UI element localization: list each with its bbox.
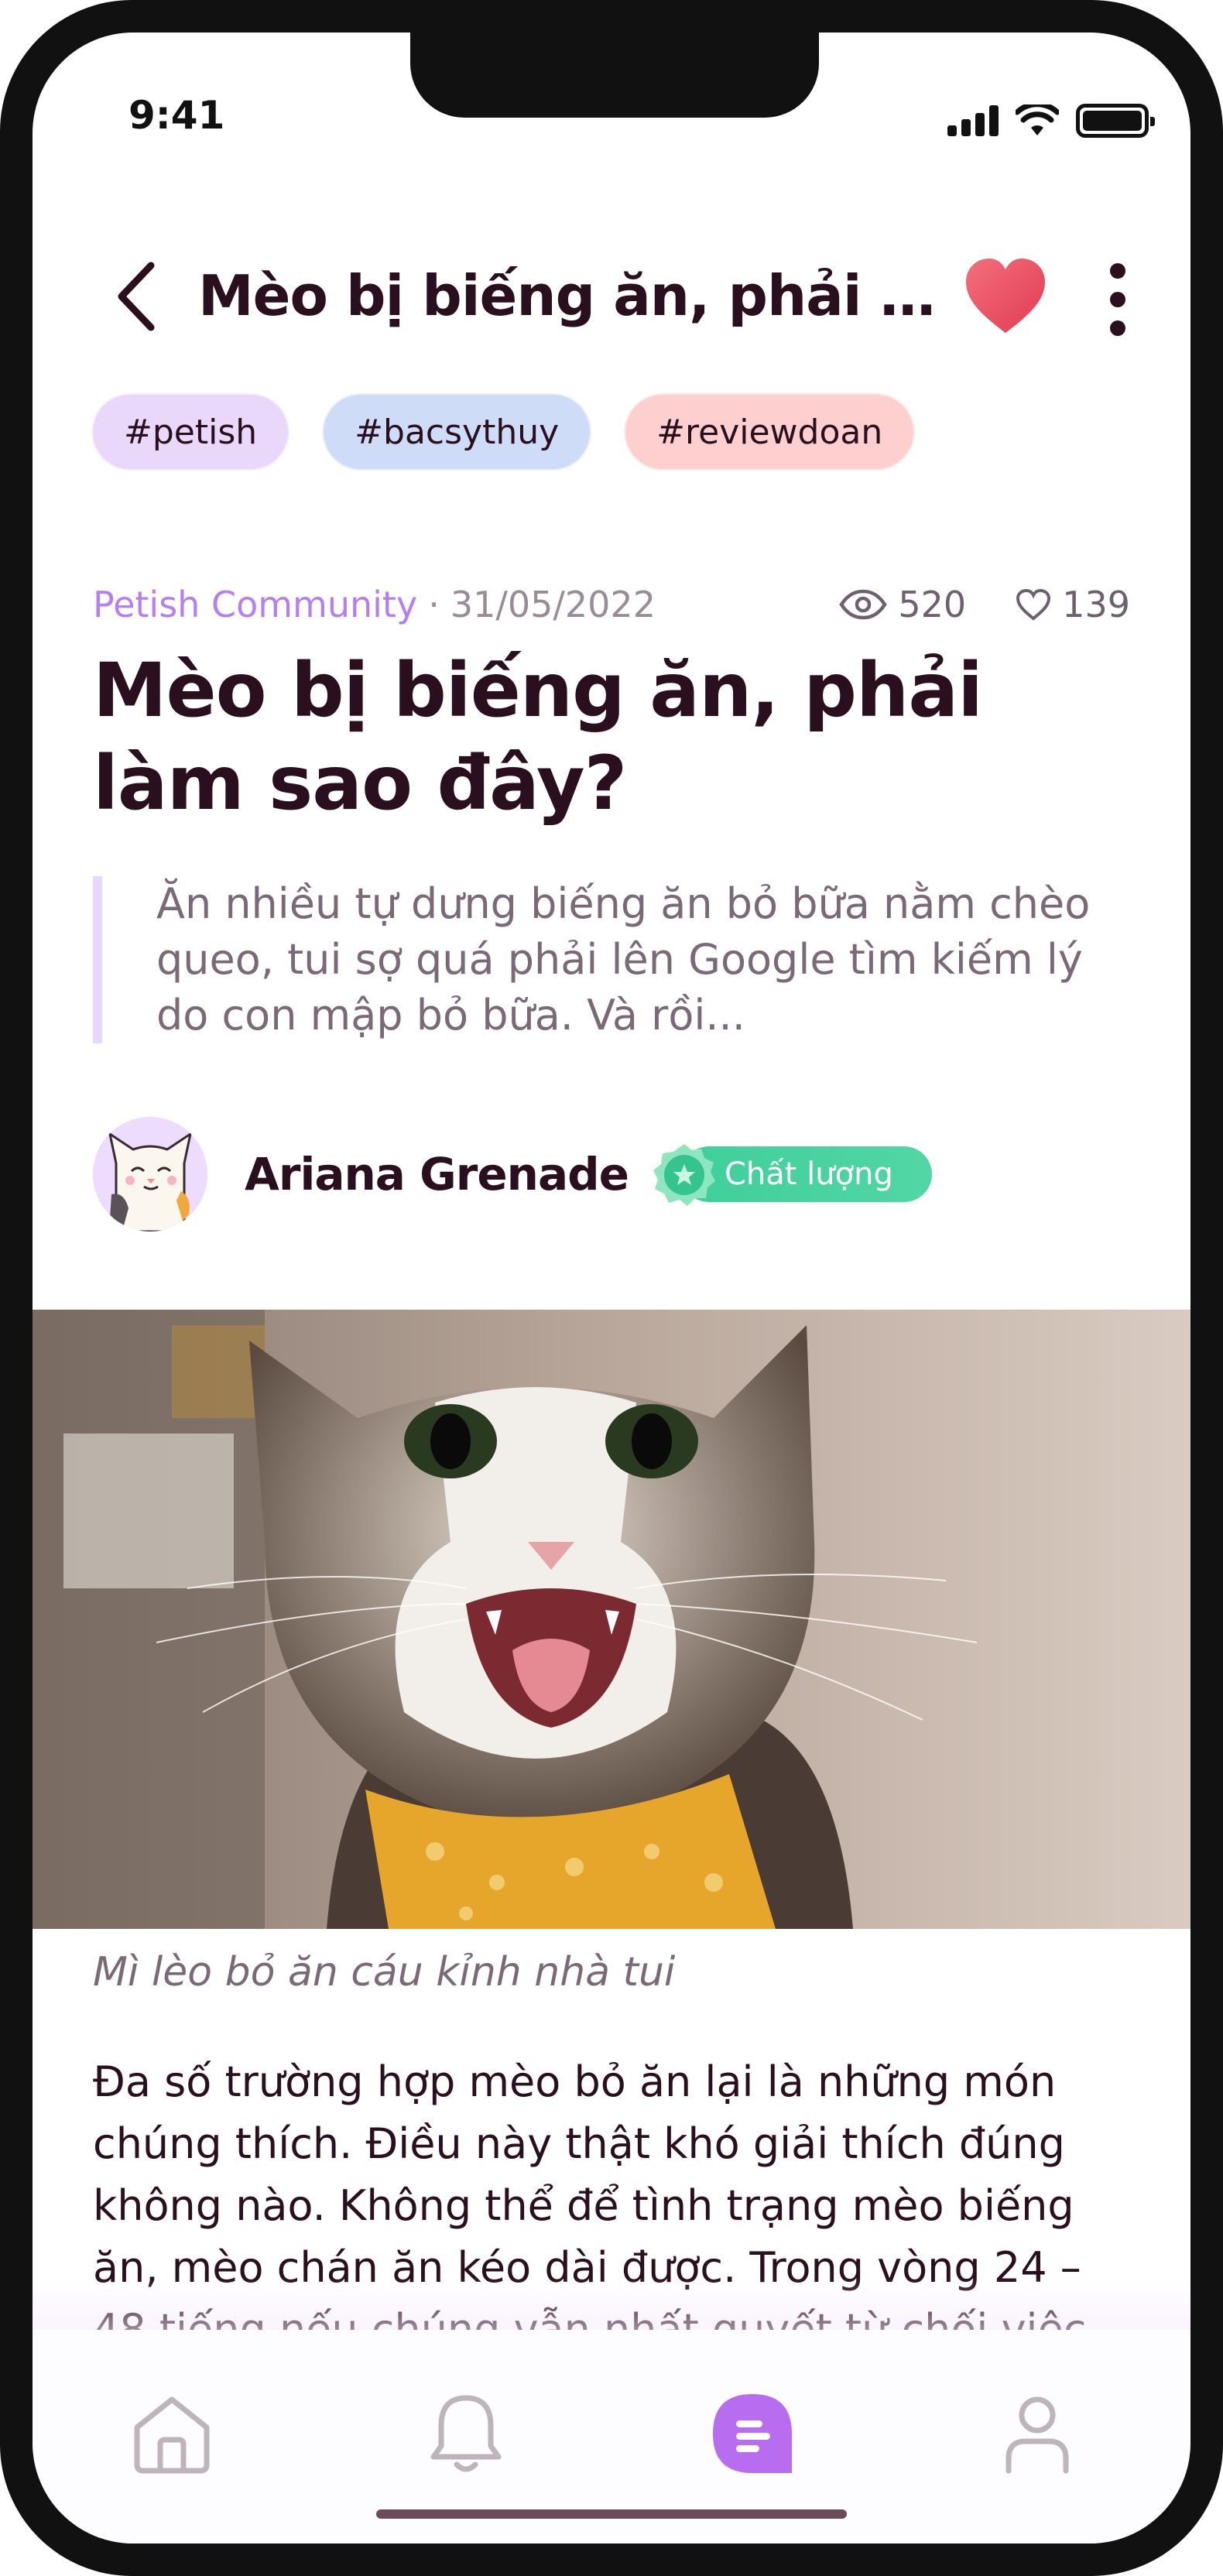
bell-icon: [430, 2395, 502, 2472]
quality-badge: Chất lượng: [652, 1144, 932, 1206]
tag-list: #petish #bacsythuy #reviewdoan: [91, 393, 916, 471]
battery-icon: [1076, 104, 1155, 138]
header: Mèo bị biếng ăn, phải làm...: [33, 242, 1190, 350]
articles-icon: [713, 2394, 792, 2473]
image-caption: Mì lèo bỏ ăn cáu kỉnh nhà tui: [93, 1949, 676, 1995]
author-name[interactable]: Ariana Grenade: [245, 1148, 629, 1201]
article-title: Mèo bị biếng ăn, phải làm sao đây?: [93, 647, 983, 827]
view-count: 520: [898, 584, 967, 625]
home-icon: [134, 2396, 210, 2474]
author-row[interactable]: Ariana Grenade Chất lượng: [93, 1116, 1130, 1232]
star-medal-icon: [653, 1144, 715, 1206]
more-options-button[interactable]: [1102, 257, 1133, 342]
article-meta: Petish Community · 31/05/2022 520 139: [93, 577, 1130, 632]
status-icons: [947, 104, 1155, 138]
tag-chip[interactable]: #bacsythuy: [322, 393, 592, 471]
tab-home[interactable]: [125, 2387, 218, 2480]
tab-notifications[interactable]: [420, 2387, 512, 2480]
wifi-icon: [1016, 104, 1059, 135]
article-image: [33, 1310, 1190, 1929]
badge-label: Chất lượng: [680, 1146, 932, 1202]
article-excerpt: Ăn nhiều tự dưng biếng ăn bỏ bữa nằm chè…: [93, 876, 1130, 1043]
status-time: 9:41: [128, 93, 225, 138]
article-stats: 520 139: [839, 584, 1130, 625]
cellular-signal-icon: [947, 105, 999, 136]
avatar[interactable]: [93, 1117, 207, 1231]
back-button[interactable]: [101, 262, 170, 331]
chevron-left-icon: [118, 262, 155, 331]
post-date: 31/05/2022: [450, 584, 656, 625]
header-title: Mèo bị biếng ăn, phải làm...: [198, 263, 941, 328]
tab-articles[interactable]: [706, 2387, 799, 2480]
tab-bar: [33, 2330, 1190, 2543]
cat-photo: [33, 1310, 1190, 1929]
community-link[interactable]: Petish Community: [93, 584, 417, 625]
heart-icon: [966, 259, 1045, 333]
favorite-button[interactable]: [963, 257, 1048, 337]
tag-chip[interactable]: #reviewdoan: [624, 393, 916, 471]
profile-icon: [1005, 2396, 1069, 2474]
tag-chip[interactable]: #petish: [91, 393, 290, 471]
heart-outline-icon: [1016, 588, 1051, 621]
like-count: 139: [1062, 584, 1130, 625]
home-indicator[interactable]: [376, 2509, 847, 2519]
screen: 9:41 Mèo bị biếng ăn, phải làm...: [33, 33, 1190, 2543]
phone-frame: 9:41 Mèo bị biếng ăn, phải làm...: [0, 0, 1223, 2576]
cat-avatar-illustration: [93, 1117, 207, 1231]
notch: [410, 33, 819, 118]
eye-icon: [839, 589, 888, 620]
separator-dot: ·: [428, 584, 440, 625]
tab-profile[interactable]: [991, 2387, 1084, 2480]
